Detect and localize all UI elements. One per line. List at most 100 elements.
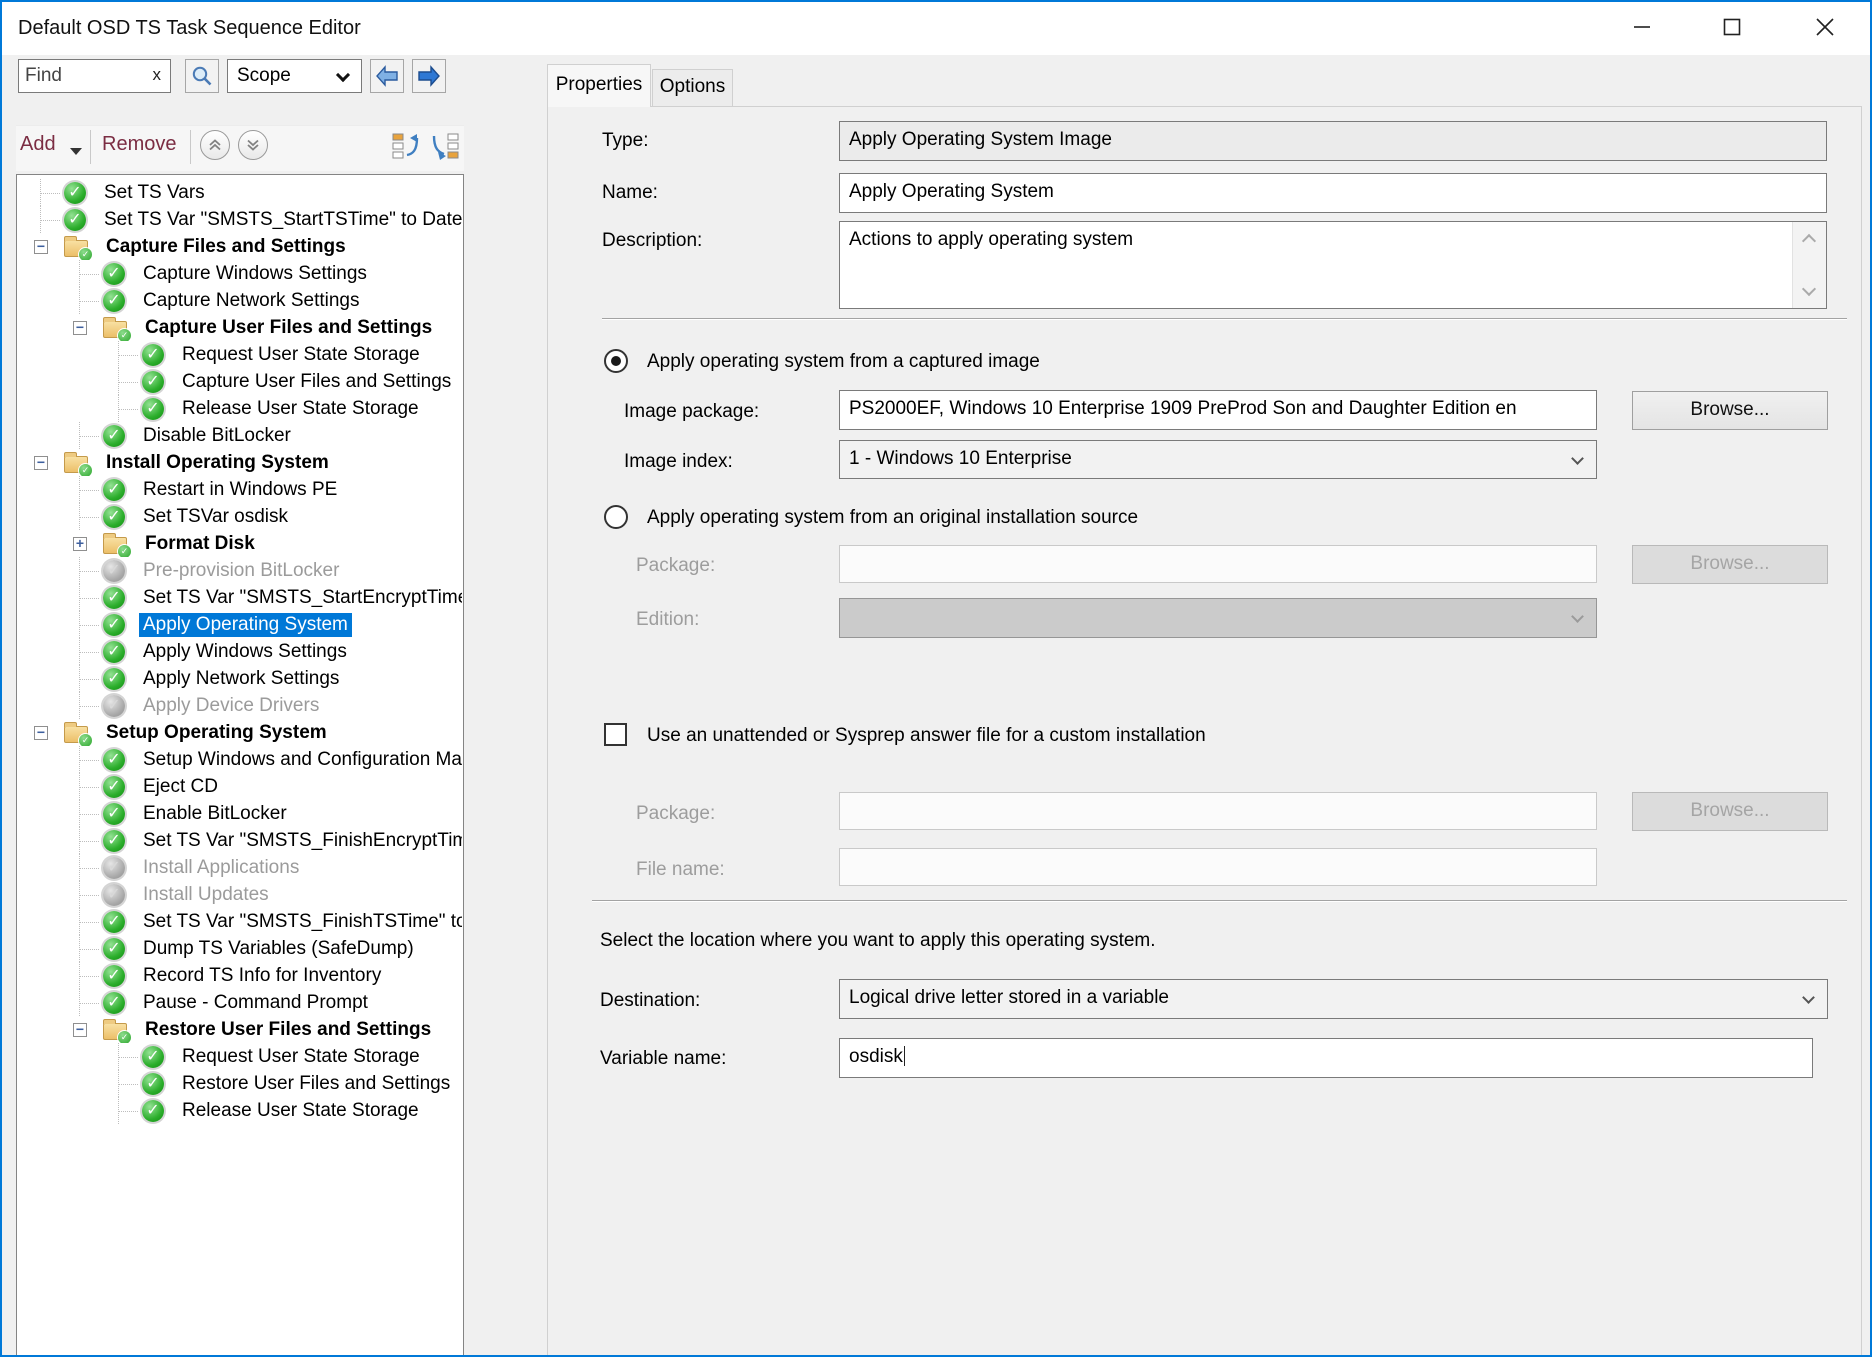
tree-connector — [73, 422, 103, 449]
step-disabled-icon — [103, 560, 125, 582]
tree-item[interactable]: Record TS Info for Inventory — [18, 962, 462, 989]
tree-item[interactable]: Apply Device Drivers — [18, 692, 462, 719]
image-package-browse-button[interactable]: Browse... — [1632, 391, 1828, 430]
expand-expander-icon[interactable]: + — [73, 537, 87, 551]
tree-item[interactable]: Capture Windows Settings — [18, 260, 462, 287]
tree-connector — [112, 1070, 142, 1097]
unattend-checkbox[interactable] — [604, 723, 627, 746]
text-caret — [904, 1046, 905, 1066]
tab-options[interactable]: Options — [652, 69, 733, 107]
collapse-expander-icon[interactable]: − — [34, 726, 48, 740]
variable-name-field[interactable]: osdisk — [839, 1038, 1813, 1078]
step-enabled-icon — [142, 398, 164, 420]
move-step-down-button[interactable] — [238, 130, 268, 160]
description-field[interactable]: Actions to apply operating system — [839, 221, 1827, 309]
tree-connector — [73, 476, 103, 503]
tree-item[interactable]: Set TS Var "SMSTS_FinishEncryptTime" to — [18, 827, 462, 854]
name-field[interactable]: Apply Operating System — [839, 173, 1827, 213]
tree-item[interactable]: Install Updates — [18, 881, 462, 908]
collapse-expander-icon[interactable]: − — [34, 240, 48, 254]
tree-rows: Set TS VarsSet TS Var "SMSTS_StartTSTime… — [18, 179, 462, 1124]
maximize-button[interactable] — [1701, 2, 1763, 52]
tree-item[interactable]: Set TS Var "SMSTS_StartEncryptTime" to — [18, 584, 462, 611]
description-scrollbar[interactable] — [1792, 222, 1826, 308]
collapse-list-icon — [391, 130, 421, 160]
tree-item[interactable]: Set TSVar osdisk — [18, 503, 462, 530]
scope-dropdown[interactable]: Scope — [227, 59, 362, 93]
tree-item[interactable]: Apply Operating System — [18, 611, 462, 638]
step-enabled-icon — [142, 371, 164, 393]
unattend-package-field — [839, 792, 1597, 830]
tree-item[interactable]: −Setup Operating System — [18, 719, 462, 746]
remove-button[interactable]: Remove — [102, 133, 176, 156]
tree-connector — [73, 638, 103, 665]
tree-item[interactable]: Pause - Command Prompt — [18, 989, 462, 1016]
find-search-button[interactable] — [185, 59, 219, 93]
tree-item[interactable]: Set TS Var "SMSTS_FinishTSTime" to Date — [18, 908, 462, 935]
step-enabled-icon — [103, 830, 125, 852]
tree-item[interactable]: Request User State Storage — [18, 341, 462, 368]
scroll-up-icon[interactable] — [1802, 234, 1816, 248]
original-source-radio[interactable] — [604, 505, 628, 529]
tree-item-label: Install Updates — [139, 883, 273, 907]
collapse-expander-icon[interactable]: − — [73, 1023, 87, 1037]
tree-item[interactable]: − Capture User Files and Settings — [18, 314, 462, 341]
expand-all-button[interactable] — [429, 129, 461, 161]
tree-item[interactable]: Install Applications — [18, 854, 462, 881]
tree-item[interactable]: Apply Network Settings — [18, 665, 462, 692]
tree-item[interactable]: Capture User Files and Settings — [18, 368, 462, 395]
tree-item[interactable]: −Capture Files and Settings — [18, 233, 462, 260]
tree-connector — [73, 611, 103, 638]
add-dropdown-caret-icon[interactable] — [70, 148, 82, 155]
step-enabled-icon — [64, 182, 86, 204]
tree-item[interactable]: Set TS Vars — [18, 179, 462, 206]
close-button[interactable] — [1794, 2, 1856, 52]
tree-item[interactable]: Restore User Files and Settings — [18, 1070, 462, 1097]
destination-dropdown[interactable]: Logical drive letter stored in a variabl… — [839, 979, 1828, 1019]
tree-item[interactable]: Disable BitLocker — [18, 422, 462, 449]
tree-item[interactable]: +Format Disk — [18, 530, 462, 557]
name-label: Name: — [602, 182, 658, 204]
move-step-up-button[interactable] — [200, 130, 230, 160]
tab-properties[interactable]: Properties — [547, 64, 651, 107]
find-clear-button[interactable]: x — [153, 65, 162, 85]
tree-connector — [73, 881, 103, 908]
tree-item[interactable]: −Restore User Files and Settings — [18, 1016, 462, 1043]
scroll-down-icon[interactable] — [1802, 282, 1816, 296]
image-package-field[interactable]: PS2000EF, Windows 10 Enterprise 1909 Pre… — [839, 390, 1597, 430]
tree-item[interactable]: Dump TS Variables (SafeDump) — [18, 935, 462, 962]
captured-image-radio[interactable] — [604, 349, 628, 373]
window-title: Default OSD TS Task Sequence Editor — [18, 17, 361, 40]
tree-item[interactable]: Setup Windows and Configuration Manager — [18, 746, 462, 773]
add-button[interactable]: Add — [20, 133, 56, 156]
maximize-icon — [1723, 18, 1741, 36]
minimize-button[interactable] — [1611, 2, 1673, 52]
find-input[interactable] — [25, 63, 143, 89]
package-browse-button: Browse... — [1632, 545, 1828, 584]
step-disabled-icon — [103, 884, 125, 906]
find-previous-button[interactable] — [370, 59, 404, 93]
tree-item[interactable]: Capture Network Settings — [18, 287, 462, 314]
find-next-button[interactable] — [412, 59, 446, 93]
collapse-all-button[interactable] — [390, 129, 422, 161]
task-sequence-tree: Set TS VarsSet TS Var "SMSTS_StartTSTime… — [16, 174, 464, 1357]
tree-item[interactable]: Release User State Storage — [18, 1097, 462, 1124]
tree-item[interactable]: Release User State Storage — [18, 395, 462, 422]
tree-item[interactable]: Enable BitLocker — [18, 800, 462, 827]
tree-item[interactable]: Eject CD — [18, 773, 462, 800]
step-enabled-icon — [103, 938, 125, 960]
group-folder-icon — [64, 240, 88, 257]
tree-item[interactable]: Restart in Windows PE — [18, 476, 462, 503]
tree-item[interactable]: Apply Windows Settings — [18, 638, 462, 665]
collapse-expander-icon[interactable]: − — [73, 321, 87, 335]
tree-item[interactable]: Pre-provision BitLocker — [18, 557, 462, 584]
close-icon — [1816, 18, 1834, 36]
tree-item-label: Capture User Files and Settings — [141, 316, 436, 340]
collapse-expander-icon[interactable]: − — [34, 456, 48, 470]
step-enabled-icon — [103, 263, 125, 285]
tree-item[interactable]: Request User State Storage — [18, 1043, 462, 1070]
image-index-dropdown[interactable]: 1 - Windows 10 Enterprise — [839, 440, 1597, 479]
tree-item[interactable]: Set TS Var "SMSTS_StartTSTime" to Date T… — [18, 206, 462, 233]
tree-item[interactable]: −Install Operating System — [18, 449, 462, 476]
image-package-label: Image package: — [624, 401, 759, 423]
